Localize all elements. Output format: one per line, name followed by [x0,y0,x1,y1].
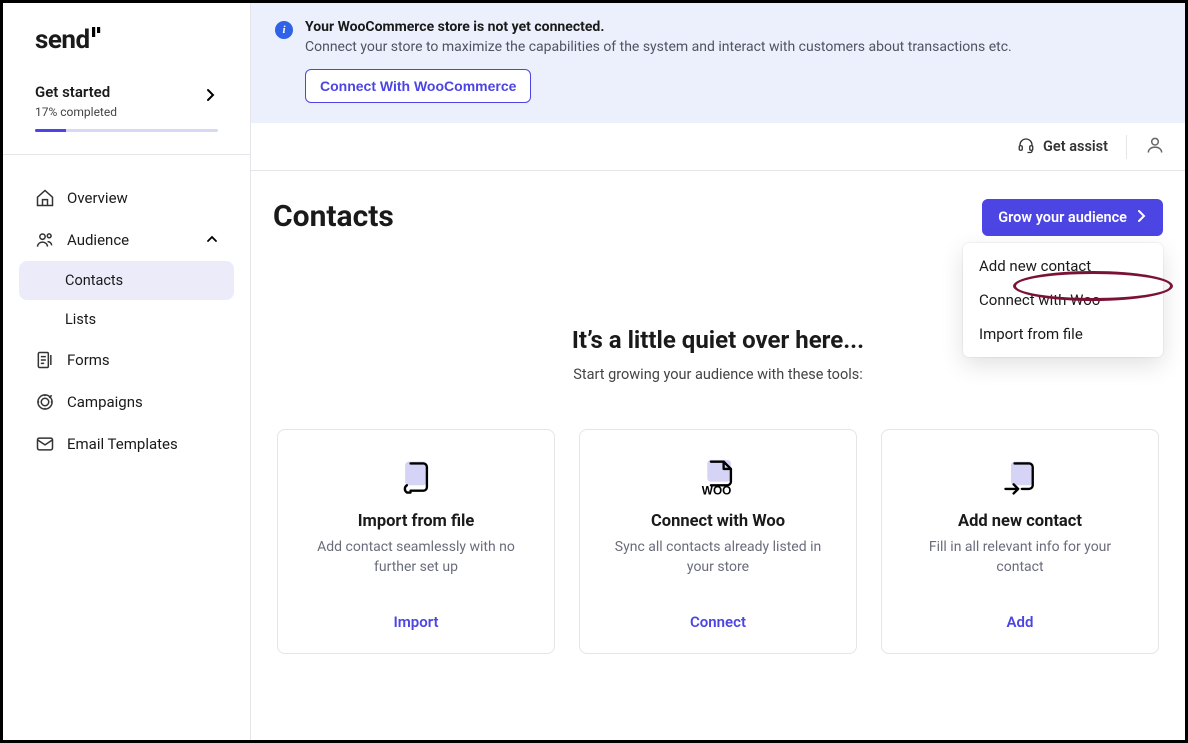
grow-audience-button[interactable]: Grow your audience [982,199,1163,236]
sidebar-item-campaigns[interactable]: Campaigns [19,381,234,423]
headset-icon [1017,136,1035,158]
profile-button[interactable] [1145,135,1165,159]
sidebar-item-label: Audience [67,231,129,249]
topbar: Get assist [251,123,1185,171]
info-icon: i [275,21,293,39]
sidebar-item-forms[interactable]: Forms [19,339,234,381]
chevron-right-icon [1137,209,1147,226]
user-icon [1145,140,1165,159]
connect-woocommerce-button[interactable]: Connect With WooCommerce [305,69,531,103]
page-header: Contacts Grow your audience [273,199,1163,236]
banner-title: Your WooCommerce store is not yet connec… [305,19,1161,35]
get-assist-button[interactable]: Get assist [1017,136,1108,158]
banner-body: Your WooCommerce store is not yet connec… [305,19,1161,103]
card-title: Add new contact [958,512,1082,531]
sidebar-item-label: Overview [67,189,128,207]
chevron-right-icon [206,87,216,106]
card-connect-woo: WOO Connect with Woo Sync all contacts a… [579,429,857,654]
progress-fill [35,129,66,132]
app-frame: send Get started 17% completed [0,0,1188,743]
dropdown-item-import-file[interactable]: Import from file [963,317,1163,351]
woo-file-icon: WOO [698,458,738,498]
card-connect-action[interactable]: Connect [690,613,746,631]
chevron-up-icon [206,231,218,249]
card-description: Fill in all relevant info for your conta… [904,537,1136,579]
get-started-panel[interactable]: Get started 17% completed [3,65,250,155]
logo-mark-icon [92,27,104,41]
sidebar-item-label: Email Templates [67,435,178,453]
email-icon [35,434,55,454]
card-title: Connect with Woo [651,512,785,531]
file-import-icon [396,458,436,498]
get-started-progress-label: 17% completed [35,105,218,119]
logo-text: send [35,25,90,55]
progress-bar [35,129,218,132]
card-description: Sync all contacts already listed in your… [602,537,834,579]
sidebar-item-label: Lists [65,311,96,328]
card-description: Add contact seamlessly with no further s… [300,537,532,579]
sidebar-item-contacts[interactable]: Contacts [19,261,234,300]
grow-audience-dropdown: Add new contact Connect with Woo Import … [963,243,1163,357]
sidebar-nav: Overview Audience Contacts Lists [3,155,250,465]
tool-cards: Import from file Add contact seamlessly … [273,429,1163,654]
sidebar-item-label: Forms [67,351,110,369]
main-area: i Your WooCommerce store is not yet conn… [251,3,1185,740]
get-started-title: Get started [35,83,218,101]
sidebar-item-overview[interactable]: Overview [19,177,234,219]
dropdown-item-add-contact[interactable]: Add new contact [963,249,1163,283]
woocommerce-banner: i Your WooCommerce store is not yet conn… [251,3,1185,123]
divider [1126,135,1127,159]
svg-text:WOO: WOO [702,483,732,497]
campaigns-icon [35,392,55,412]
page-title: Contacts [273,199,394,234]
card-add-contact: Add new contact Fill in all relevant inf… [881,429,1159,654]
grow-audience-label: Grow your audience [998,209,1127,226]
page-content: Contacts Grow your audience Add new cont… [251,171,1185,654]
card-add-action[interactable]: Add [1007,613,1034,631]
sidebar: send Get started 17% completed [3,3,251,740]
sidebar-item-label: Campaigns [67,393,143,411]
sidebar-item-lists[interactable]: Lists [19,300,234,339]
card-import-action[interactable]: Import [393,613,438,631]
add-contact-file-icon [1000,458,1040,498]
get-assist-label: Get assist [1043,138,1108,155]
banner-description: Connect your store to maximize the capab… [305,39,1161,55]
forms-icon [35,350,55,370]
sidebar-item-audience[interactable]: Audience [19,219,234,261]
logo: send [3,3,250,65]
dropdown-item-connect-woo[interactable]: Connect with Woo [963,283,1163,317]
empty-subtitle: Start growing your audience with these t… [273,366,1163,383]
sidebar-item-label: Contacts [65,272,123,289]
card-title: Import from file [358,512,475,531]
card-import-from-file: Import from file Add contact seamlessly … [277,429,555,654]
audience-icon [35,230,55,250]
home-icon [35,188,55,208]
sidebar-item-email-templates[interactable]: Email Templates [19,423,234,465]
